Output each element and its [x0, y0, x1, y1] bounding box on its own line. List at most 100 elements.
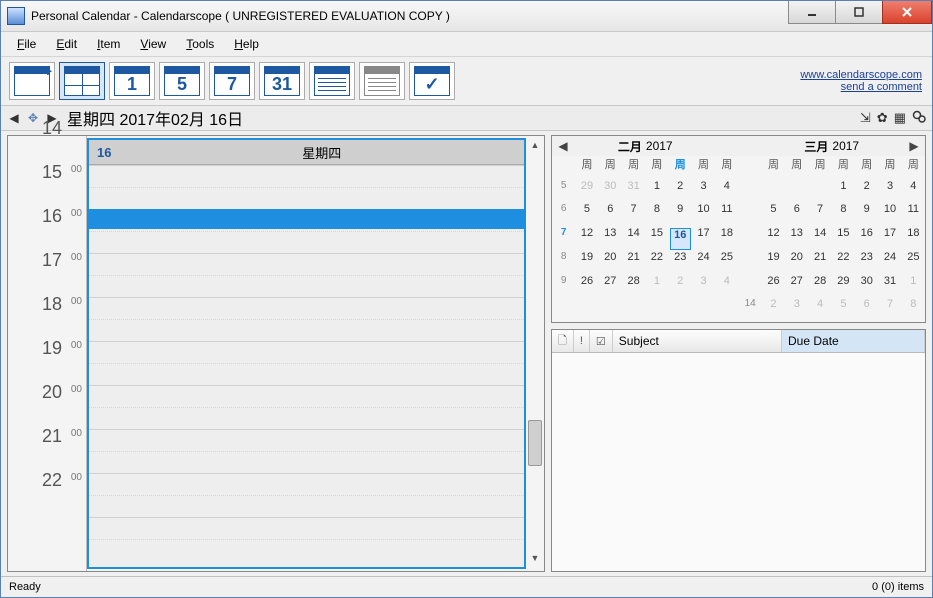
- calendar-day[interactable]: 11: [715, 203, 738, 227]
- calendar-day[interactable]: 7: [622, 203, 645, 227]
- goto-date-icon[interactable]: ✥: [25, 110, 41, 126]
- task-priority-icon[interactable]: !: [574, 330, 590, 352]
- calendar-day[interactable]: 30: [599, 180, 622, 204]
- calendar-day[interactable]: 10: [692, 203, 715, 227]
- calendar-day[interactable]: 28: [622, 275, 645, 299]
- calendar-day[interactable]: 4: [715, 275, 738, 299]
- calendar-day[interactable]: 3: [785, 298, 808, 322]
- calendar-day[interactable]: 13: [599, 227, 622, 251]
- calendar-day[interactable]: 6: [785, 203, 808, 227]
- calendar-day[interactable]: 29: [575, 180, 598, 204]
- view-tasks-button[interactable]: ✓: [409, 62, 455, 100]
- due-date-column[interactable]: Due Date: [782, 330, 925, 352]
- time-slots[interactable]: [89, 165, 524, 567]
- calendar-day[interactable]: 1: [832, 180, 855, 204]
- menu-help[interactable]: Help: [226, 35, 267, 53]
- grid-icon[interactable]: ▦: [894, 110, 906, 126]
- menu-file[interactable]: File: [9, 35, 44, 53]
- calendar-day[interactable]: 23: [669, 251, 692, 275]
- calendar-day[interactable]: 2: [855, 180, 878, 204]
- calendar-day[interactable]: 27: [785, 275, 808, 299]
- calendar-day[interactable]: 2: [669, 275, 692, 299]
- prev-day-button[interactable]: ◀: [7, 111, 21, 125]
- calendar-day[interactable]: 14: [808, 227, 831, 251]
- calendar-day[interactable]: 8: [645, 203, 668, 227]
- settings-icon[interactable]: ✿: [877, 110, 888, 126]
- calendar-day[interactable]: 3: [692, 180, 715, 204]
- calendar-day[interactable]: 17: [878, 227, 901, 251]
- calendar-day[interactable]: 13: [785, 227, 808, 251]
- scroll-down-icon[interactable]: ▼: [528, 553, 542, 567]
- calendar-day[interactable]: 10: [878, 203, 901, 227]
- calendar-day[interactable]: 19: [762, 251, 785, 275]
- calendar-day[interactable]: 24: [878, 251, 901, 275]
- calendar-day[interactable]: 24: [692, 251, 715, 275]
- view-7day-button[interactable]: 7: [209, 62, 255, 100]
- calendar-day[interactable]: 26: [762, 275, 785, 299]
- calendar-day[interactable]: 17: [692, 227, 715, 251]
- goto-today-button[interactable]: [59, 62, 105, 100]
- task-type-icon[interactable]: 🗋: [552, 330, 574, 352]
- maximize-button[interactable]: [835, 1, 883, 24]
- calendar-day[interactable]: 26: [575, 275, 598, 299]
- new-event-button[interactable]: +: [9, 62, 55, 100]
- site-link[interactable]: www.calendarscope.com: [800, 69, 922, 81]
- scroll-up-icon[interactable]: ▲: [528, 140, 542, 154]
- menu-tools[interactable]: Tools: [178, 35, 222, 53]
- calendar-day[interactable]: 1: [645, 180, 668, 204]
- calendar-day[interactable]: 5: [832, 298, 855, 322]
- calendar-day[interactable]: 2: [762, 298, 785, 322]
- calendar-day[interactable]: 30: [855, 275, 878, 299]
- calendar-day[interactable]: 31: [878, 275, 901, 299]
- menu-item[interactable]: Item: [89, 35, 128, 53]
- view-1day-button[interactable]: 1: [109, 62, 155, 100]
- search-icon[interactable]: [912, 110, 926, 127]
- calendar-day[interactable]: 7: [808, 203, 831, 227]
- calendar-day[interactable]: 7: [878, 298, 901, 322]
- calendar-day[interactable]: 23: [855, 251, 878, 275]
- calendar-day[interactable]: 15: [832, 227, 855, 251]
- calendar-day[interactable]: 3: [878, 180, 901, 204]
- calendar-day[interactable]: 14: [622, 227, 645, 251]
- calendar-day[interactable]: 5: [762, 203, 785, 227]
- calendar-day[interactable]: 6: [855, 298, 878, 322]
- calendar-day[interactable]: 15: [645, 227, 668, 251]
- calendar-day[interactable]: 9: [855, 203, 878, 227]
- calendar-day[interactable]: 25: [715, 251, 738, 275]
- calendar-day[interactable]: 8: [902, 298, 925, 322]
- calendar-day[interactable]: 9: [669, 203, 692, 227]
- prev-month-button[interactable]: ◀: [556, 139, 570, 153]
- calendar-day[interactable]: 16: [855, 227, 878, 251]
- view-31day-button[interactable]: 31: [259, 62, 305, 100]
- menu-view[interactable]: View: [132, 35, 174, 53]
- calendar-day[interactable]: 20: [785, 251, 808, 275]
- calendar-day[interactable]: 21: [808, 251, 831, 275]
- calendar-day[interactable]: 4: [902, 180, 925, 204]
- next-month-button[interactable]: ▶: [907, 139, 921, 153]
- calendar-day[interactable]: 4: [715, 180, 738, 204]
- tasks-body[interactable]: [552, 353, 925, 571]
- calendar-day[interactable]: 3: [692, 275, 715, 299]
- menu-edit[interactable]: Edit: [48, 35, 85, 53]
- close-button[interactable]: [882, 1, 932, 24]
- calendar-day[interactable]: 1: [902, 275, 925, 299]
- calendar-day[interactable]: 22: [645, 251, 668, 275]
- view-list-button[interactable]: [359, 62, 405, 100]
- calendar-day[interactable]: 4: [808, 298, 831, 322]
- view-agenda-button[interactable]: [309, 62, 355, 100]
- calendar-day[interactable]: 25: [902, 251, 925, 275]
- calendar-day[interactable]: 12: [575, 227, 598, 251]
- view-5day-button[interactable]: 5: [159, 62, 205, 100]
- calendar-day[interactable]: 18: [715, 227, 738, 251]
- calendar-day[interactable]: 21: [622, 251, 645, 275]
- calendar-day[interactable]: 28: [808, 275, 831, 299]
- calendar-day[interactable]: 5: [575, 203, 598, 227]
- day-view[interactable]: 16 星期四: [87, 138, 526, 569]
- calendar-day[interactable]: 6: [599, 203, 622, 227]
- calendar-day[interactable]: 2: [669, 180, 692, 204]
- calendar-day[interactable]: 16: [670, 228, 691, 250]
- calendar-day[interactable]: 19: [575, 251, 598, 275]
- calendar-day[interactable]: 18: [902, 227, 925, 251]
- calendar-day[interactable]: 8: [832, 203, 855, 227]
- scroll-thumb[interactable]: [528, 420, 542, 466]
